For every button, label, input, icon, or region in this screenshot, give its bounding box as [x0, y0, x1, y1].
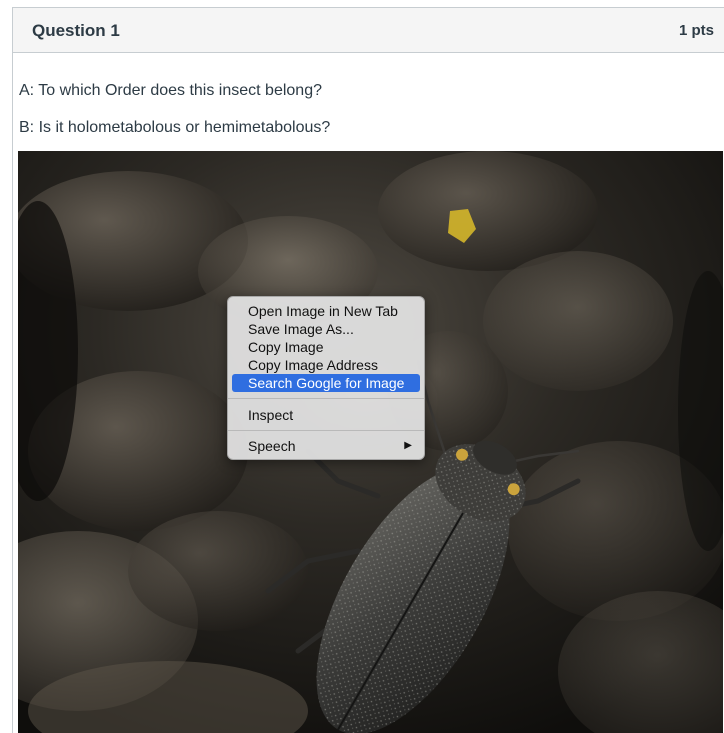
- menu-item-copy-image-address[interactable]: Copy Image Address: [232, 356, 420, 374]
- right-triangle-icon: ▶: [404, 440, 412, 451]
- question-prompt-a: A: To which Order does this insect belon…: [19, 82, 322, 99]
- menu-item-inspect[interactable]: Inspect: [232, 406, 420, 424]
- quiz-page: Question 1 1 pts A: To which Order does …: [0, 0, 724, 733]
- menu-item-search-google-for-image[interactable]: Search Google for Image: [232, 374, 420, 392]
- menu-item-save-image-as[interactable]: Save Image As...: [232, 320, 420, 338]
- menu-separator: [228, 430, 424, 431]
- question-points: 1 pts: [679, 22, 715, 39]
- question-title: Question 1: [32, 21, 120, 40]
- question-prompt-b: B: Is it holometabolous or hemimetabolou…: [19, 119, 331, 136]
- image-context-menu: Open Image in New Tab Save Image As... C…: [227, 296, 425, 460]
- menu-item-speech-label: Speech: [248, 438, 296, 454]
- menu-item-copy-image[interactable]: Copy Image: [232, 338, 420, 356]
- question-header: Question 1 1 pts: [13, 8, 724, 53]
- menu-separator: [228, 398, 424, 399]
- menu-item-open-image-new-tab[interactable]: Open Image in New Tab: [232, 302, 420, 320]
- menu-item-speech[interactable]: Speech ▶: [232, 437, 420, 455]
